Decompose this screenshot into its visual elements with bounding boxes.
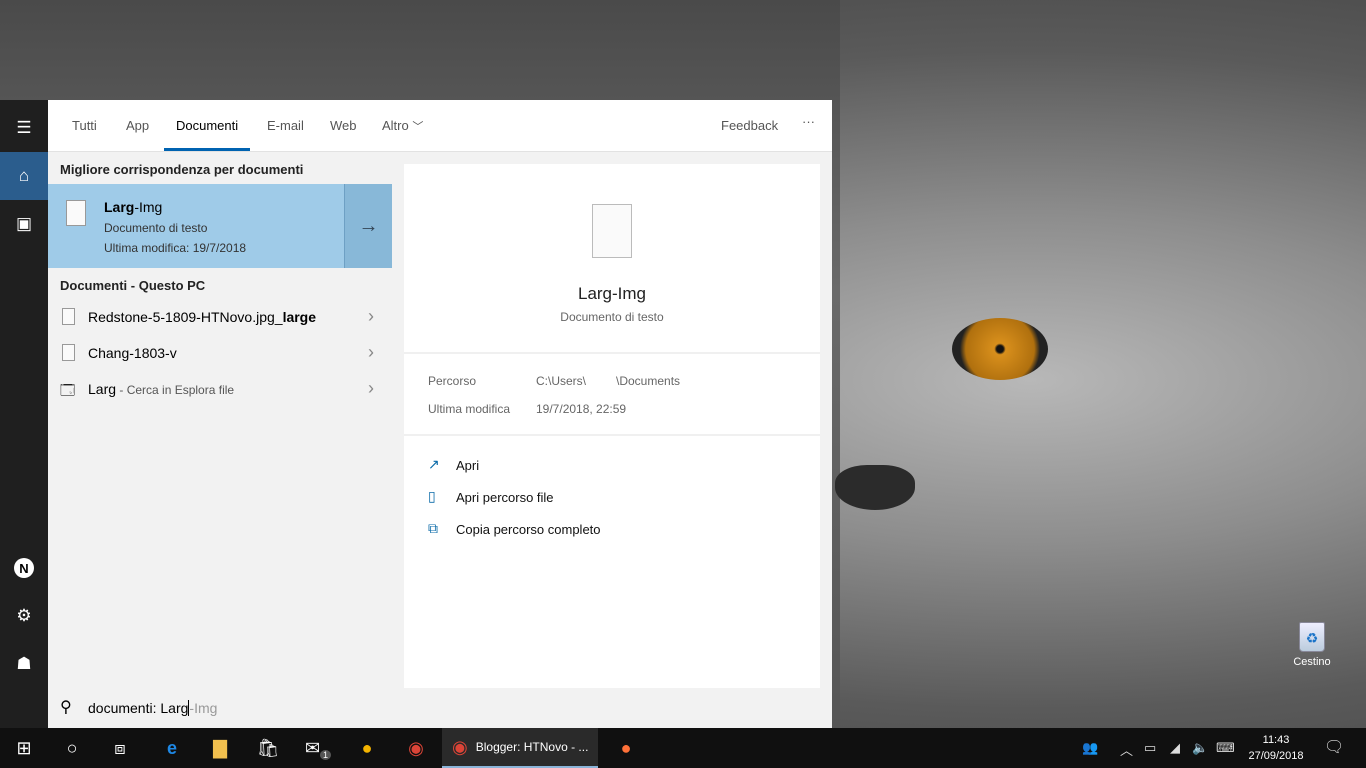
keyboard-icon[interactable]: ⌨ (1216, 740, 1235, 756)
search-tabs: Tutti App Documenti E-mail Web Altro ﹀ F… (48, 100, 832, 152)
feedback-link[interactable]: Feedback (721, 118, 778, 133)
battery-icon[interactable]: ▭ (1144, 740, 1156, 756)
path-value-a: C:\Users\ (536, 374, 587, 388)
search-icon: ⚲ (60, 699, 72, 716)
clock-date: 27/09/2018 (1248, 750, 1304, 762)
tab-tutti[interactable]: Tutti (72, 118, 97, 133)
modified-value: 19/7/2018, 22:59 (536, 402, 627, 416)
preview-title: Larg-Img (577, 284, 647, 303)
volume-icon[interactable]: 🔈 (1192, 740, 1208, 756)
best-match-item[interactable]: Larg-Img Documento di testo Ultima modif… (48, 184, 392, 268)
wallpaper-cat-eye (952, 318, 1048, 380)
wifi-icon[interactable]: ◢ (1170, 740, 1180, 756)
action-center-icon[interactable]: 🗨 (1324, 737, 1344, 757)
chrome-icon: ◉ (452, 736, 468, 757)
large-document-icon (592, 204, 632, 258)
section-header: Documenti - Questo PC (60, 278, 206, 293)
result-item[interactable]: 🗔 Larg - Cerca in Esplora file › (48, 372, 392, 408)
notebook-icon[interactable]: ▣ (0, 200, 48, 248)
results-list: Migliore corrispondenza per documenti La… (48, 152, 392, 688)
mail-badge: 1 (320, 750, 332, 760)
open-file-location-action[interactable]: Apri percorso file (456, 490, 554, 505)
path-value-b: \Documents (616, 374, 681, 388)
result-name-bold: large (282, 309, 317, 325)
tab-altro-label: Altro (382, 118, 409, 133)
text-document-icon (66, 200, 86, 226)
result-name: Redstone-5-1809-HTNovo.jpg_large (88, 309, 316, 325)
wallpaper-cat-nose (835, 465, 915, 510)
recycle-bin-icon: ♻ (1299, 622, 1325, 652)
feedback-person-icon[interactable]: ☗ (0, 640, 48, 688)
best-match-name: Larg-Img (104, 199, 162, 215)
chevron-right-icon[interactable]: › (368, 342, 374, 363)
canary-icon[interactable]: ● (343, 728, 391, 768)
tab-email[interactable]: E-mail (267, 118, 304, 133)
cortana-circle-icon[interactable]: ○ (48, 728, 96, 768)
mail-icon[interactable]: ✉ 1 (294, 728, 342, 768)
best-match-name-rest: -Img (134, 199, 163, 215)
best-match-modified: Ultima modifica: 19/7/2018 (104, 241, 247, 255)
taskbar: ⊞ ○ ⧈ e ▇ 🛍 ✉ 1 ● ◉ ◉ Blogger: HTNovo - .… (0, 728, 1366, 768)
open-action[interactable]: Apri (456, 458, 479, 473)
recycle-bin-label: Cestino (1293, 656, 1331, 668)
tab-altro[interactable]: Altro ﹀ (382, 118, 423, 134)
tab-web[interactable]: Web (330, 118, 357, 133)
chevron-right-icon[interactable]: › (368, 306, 374, 327)
search-panel: ☰ ⌂ ▣ N ⚙ ☗ Tutti App Documenti E-mail W… (0, 100, 832, 728)
show-hidden-icons-chevron[interactable]: ︿ (1120, 740, 1133, 759)
result-name-text: Larg (88, 381, 117, 397)
arrow-right-icon: → (358, 214, 379, 237)
preview-pane: Larg-Img Documento di testo Percorso C:\… (404, 164, 820, 688)
clock[interactable]: 11:43 27/09/2018 (1244, 732, 1308, 764)
edge-icon[interactable]: e (148, 728, 196, 768)
clock-time: 11:43 (1262, 734, 1290, 746)
chrome-window-button[interactable]: ◉ Blogger: HTNovo - ... (442, 728, 598, 768)
best-match-header: Migliore corrispondenza per documenti (60, 162, 304, 177)
best-match-name-bold: Larg (104, 199, 135, 215)
copy-full-path-action[interactable]: Copia percorso completo (456, 522, 601, 537)
chrome-window-label: Blogger: HTNovo - ... (475, 740, 589, 754)
preview-subtitle: Documento di testo (560, 310, 664, 324)
result-name: Larg - Cerca in Esplora file (88, 381, 234, 397)
search-query: documenti: Larg (88, 700, 189, 716)
divider (404, 352, 820, 354)
tab-app[interactable]: App (126, 118, 149, 133)
result-name-text: Redstone-5-1809-HTNovo.jpg_ (88, 309, 283, 325)
open-file-location-icon: ▯ (428, 488, 436, 504)
store-icon[interactable]: 🛍 (244, 728, 292, 768)
firefox-icon[interactable]: ● (602, 728, 650, 768)
image-file-icon (62, 308, 75, 325)
file-explorer-icon: 🗔 (60, 382, 76, 398)
recycle-bin[interactable]: ♻ Cestino (1286, 622, 1338, 668)
text-file-icon (62, 344, 75, 361)
more-options-button[interactable]: ··· (802, 114, 815, 129)
people-icon[interactable]: 👥 (1082, 740, 1098, 756)
search-input[interactable]: documenti: Larg-Img (88, 700, 217, 716)
open-preview-arrow-button[interactable]: → (344, 184, 392, 268)
start-windows-icon[interactable]: ⊞ (0, 728, 48, 768)
copy-path-icon: ⧉ (428, 520, 438, 536)
divider (404, 434, 820, 436)
chevron-right-icon[interactable]: › (368, 378, 374, 399)
file-explorer-icon[interactable]: ▇ (196, 728, 244, 768)
search-suggestion: -Img (189, 700, 218, 716)
best-match-type: Documento di testo (104, 221, 208, 235)
result-item[interactable]: Chang-1803-v › (48, 336, 392, 372)
tab-documenti[interactable]: Documenti (163, 118, 251, 151)
open-icon: ↗ (428, 456, 440, 472)
search-box[interactable]: ⚲ documenti: Larg-Img (48, 688, 832, 728)
result-name: Chang-1803-v (88, 345, 177, 361)
hamburger-menu-icon[interactable]: ☰ (0, 104, 48, 152)
result-item[interactable]: Redstone-5-1809-HTNovo.jpg_large › (48, 300, 392, 336)
settings-gear-icon[interactable]: ⚙ (0, 592, 48, 640)
result-suffix: - Cerca in Esplora file (116, 383, 235, 397)
left-rail: ☰ ⌂ ▣ N ⚙ ☗ (0, 100, 48, 728)
chevron-down-icon: ﹀ (412, 121, 424, 133)
task-view-icon[interactable]: ⧈ (96, 728, 144, 768)
htnovo-account-icon[interactable]: N (0, 544, 48, 592)
path-label: Percorso (428, 374, 477, 388)
chrome-beta-icon[interactable]: ◉ (392, 728, 440, 768)
modified-label: Ultima modifica (428, 402, 511, 416)
home-icon[interactable]: ⌂ (0, 152, 48, 200)
